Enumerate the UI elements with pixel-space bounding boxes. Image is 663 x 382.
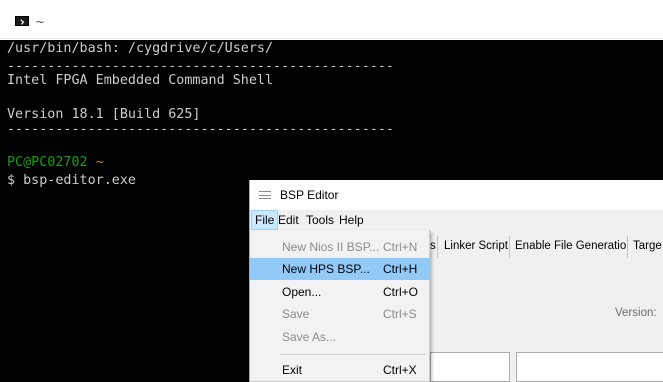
tab-partial[interactable]: s [430,236,438,258]
terminal-command: $ bsp-editor.exe [7,173,136,188]
menu-item-exit[interactable]: Exit Ctrl+X [250,359,430,381]
menu-help[interactable]: Help [336,210,367,230]
menu-item-save-as[interactable]: Save As... [250,326,430,348]
terminal-title-bar: ~ [0,0,663,39]
menu-item-new-nios-ii-bsp[interactable]: New Nios II BSP... Ctrl+N [250,236,430,258]
terminal-line: /usr/bin/bash: /cygdrive/c/Users/ [7,41,274,56]
tab-strip: s Linker Script Enable File Generation T… [430,236,663,258]
terminal-prompt: PC@PC02702 ~ [7,154,104,172]
settings-panel [430,259,663,349]
file-menu-dropdown: New Nios II BSP... Ctrl+N New HPS BSP...… [250,230,430,382]
prompt-user: PC@PC02702 [7,155,88,170]
tab-enable-file-generation[interactable]: Enable File Generation [510,236,628,258]
bottom-pane-right[interactable] [516,352,663,382]
tab-linker-script[interactable]: Linker Script [438,236,510,258]
terminal-line: Intel FPGA Embedded Command Shell [7,73,274,88]
tab-target[interactable]: Targe [628,236,663,258]
bottom-pane-left[interactable] [430,352,510,382]
menu-separator [280,354,426,355]
bsp-editor-window: BSP Editor File Edit Tools Help s Linker… [249,180,663,382]
terminal-separator: ----------------------------------------… [7,122,394,137]
menu-item-open[interactable]: Open... Ctrl+O [250,281,430,303]
console-icon [15,16,29,26]
bsp-editor-title-bar: BSP Editor [250,180,663,210]
prompt-path: ~ [95,155,104,170]
window-title: BSP Editor [280,188,339,202]
menu-item-save[interactable]: Save Ctrl+S [250,303,430,325]
menu-tools[interactable]: Tools [303,210,337,230]
terminal-title: ~ [35,15,46,29]
version-label: Version: [615,307,657,319]
bsp-app-icon [259,191,271,199]
menu-bar: File Edit Tools Help [250,210,663,230]
menu-edit[interactable]: Edit [275,210,302,230]
menu-item-new-hps-bsp[interactable]: New HPS BSP... Ctrl+H [250,258,430,280]
